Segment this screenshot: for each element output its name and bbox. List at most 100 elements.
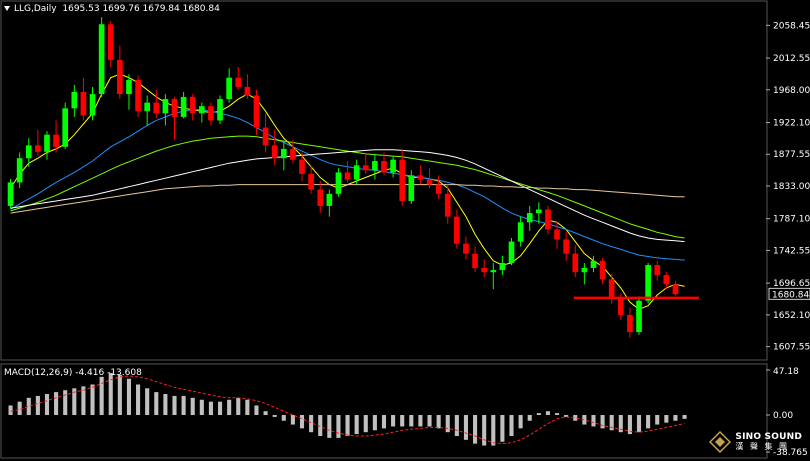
candle-body [545, 209, 551, 230]
candle-body [171, 99, 178, 117]
price-tick-label: 1877.55 [773, 150, 810, 160]
candle [126, 74, 132, 110]
candle [326, 189, 333, 217]
candle [89, 86, 96, 121]
candle [117, 45, 123, 100]
candle [636, 296, 642, 335]
logo-chinese: 漢 聲 集 團 [735, 441, 790, 451]
candle-body [590, 260, 597, 268]
candle [217, 95, 223, 124]
dropdown-triangle-icon[interactable] [4, 6, 10, 11]
candle [317, 181, 324, 214]
candle [672, 280, 679, 296]
candle-body [180, 96, 187, 117]
candle-body [253, 95, 260, 128]
candle [362, 152, 369, 174]
diamond-logo-icon [709, 431, 732, 453]
candle [499, 255, 506, 276]
candle [107, 20, 114, 67]
candle-body [189, 96, 196, 114]
candle [171, 96, 178, 140]
candle [372, 153, 378, 180]
candle [536, 202, 542, 224]
candle-body [390, 159, 396, 173]
candle [526, 205, 533, 231]
candle-body [617, 298, 624, 315]
candle-body [98, 24, 105, 95]
candle-body [526, 213, 533, 223]
price-axis: 2058.45 2012.55 1968.00 1922.10 1877.55 1833.… [766, 21, 810, 353]
candle-body [89, 94, 96, 116]
candle [299, 152, 305, 181]
candle-body [444, 193, 451, 217]
candle-body [62, 108, 69, 147]
candle-body [235, 77, 242, 87]
candle [35, 129, 41, 157]
candle-body [144, 102, 150, 112]
candle [189, 94, 196, 121]
candle [98, 17, 105, 97]
ma-line-tan-ma [10, 184, 685, 214]
candle [44, 131, 50, 160]
candle-body [353, 165, 360, 180]
candle [144, 95, 150, 126]
candle-body [44, 134, 50, 152]
candle [508, 238, 515, 266]
candle-body [271, 145, 278, 159]
candle-body [299, 159, 305, 174]
candle [226, 68, 232, 103]
price-tick-label: 1742.55 [773, 246, 810, 256]
chart-title[interactable]: LLG,Daily 1695.53 1699.76 1679.84 1680.8… [4, 4, 220, 14]
candle-body [672, 284, 679, 295]
price-tick-label: 2012.55 [773, 54, 810, 64]
candle [627, 307, 633, 338]
candle [572, 245, 579, 278]
candle-body [25, 145, 32, 159]
candle-body [262, 127, 269, 146]
candle-body [636, 300, 642, 333]
candle-body [7, 182, 14, 206]
candle-body [16, 158, 23, 183]
candle-body [499, 262, 506, 271]
candle-body [517, 222, 524, 242]
candle-body [362, 165, 369, 171]
price-chart[interactable]: 2058.45 2012.55 1968.00 1922.10 1877.55 1833.… [0, 0, 810, 461]
candle [417, 165, 424, 185]
candle-body [35, 145, 41, 152]
candle [16, 152, 23, 189]
candle-body [153, 102, 160, 114]
candle-body [417, 175, 424, 180]
candle-body [317, 189, 324, 206]
candle-body [454, 216, 460, 244]
candle-body [280, 148, 287, 159]
candle-body [117, 59, 123, 95]
candle [80, 77, 87, 121]
macd-tick-label: 0.00 [773, 411, 793, 421]
candle-body [71, 91, 78, 109]
candle [408, 170, 415, 204]
candle [153, 89, 160, 119]
candle [590, 255, 597, 273]
candle-body [326, 193, 333, 206]
price-tick-label: 2058.45 [773, 21, 810, 31]
macd-params: MACD(12,26,9) -4.416 -13.608 [4, 368, 142, 378]
price-tick-label: 1607.55 [773, 343, 810, 353]
candle-body [399, 159, 406, 201]
candle-body [244, 86, 251, 96]
candle [162, 94, 169, 126]
candle [599, 257, 606, 285]
candle-body [572, 253, 579, 273]
price-tick-label: 1968.00 [773, 86, 810, 96]
candle [344, 161, 351, 183]
moving-average-lines [10, 73, 685, 310]
candle-body [126, 79, 132, 95]
candle [472, 246, 478, 273]
candle-body [199, 106, 205, 114]
main-pane-border [0, 0, 768, 361]
candle-body [581, 267, 588, 273]
candle-body [53, 134, 59, 147]
candle-body [381, 161, 387, 173]
candle-body [536, 209, 542, 214]
price-tick-label: 1787.10 [773, 215, 810, 225]
candle-body [162, 99, 169, 114]
